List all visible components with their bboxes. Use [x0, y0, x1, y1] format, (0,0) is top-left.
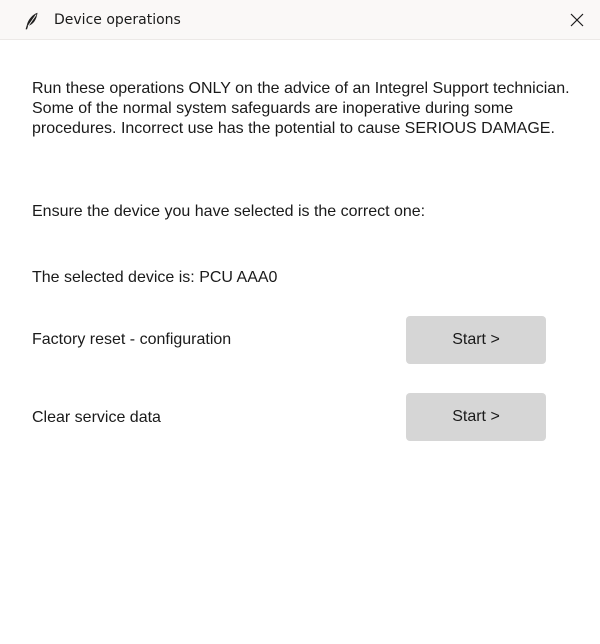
- feather-icon: [24, 12, 40, 30]
- factory-reset-start-button[interactable]: Start >: [406, 316, 546, 364]
- factory-reset-label: Factory reset - configuration: [32, 331, 232, 348]
- warning-text: Run these operations ONLY on the advice …: [32, 80, 570, 137]
- title-bar[interactable]: Device operations: [0, 0, 600, 40]
- window-title: Device operations: [54, 12, 181, 28]
- clear-service-data-label: Clear service data: [32, 409, 161, 426]
- instruction-text: Ensure the device you have selected is t…: [32, 203, 426, 220]
- selected-device-text: The selected device is: PCU AAA0: [32, 269, 278, 286]
- close-icon: [570, 13, 584, 27]
- device-operations-window: Device operations Run these operations O…: [0, 0, 600, 644]
- clear-service-data-start-button[interactable]: Start >: [406, 393, 546, 441]
- close-button[interactable]: [554, 0, 600, 40]
